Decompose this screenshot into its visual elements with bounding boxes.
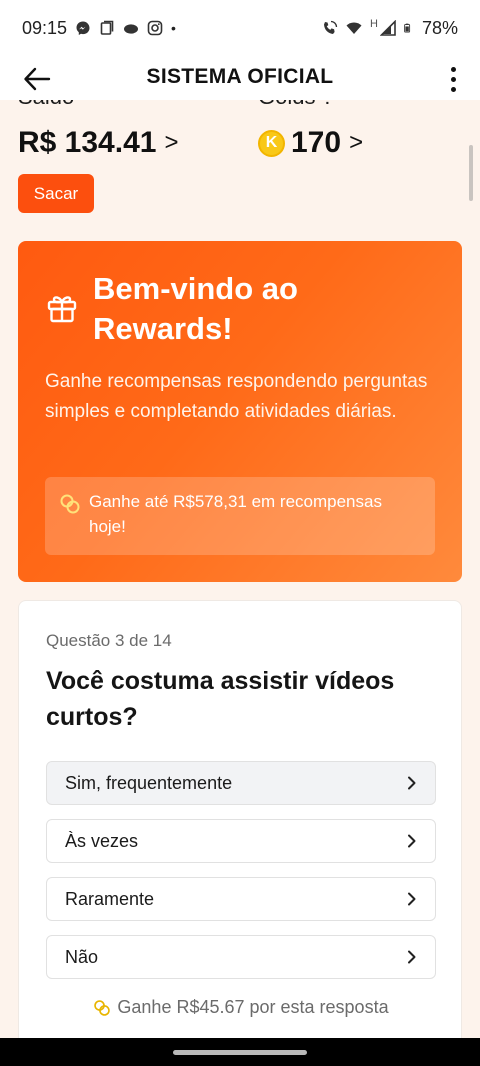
balance-arrow: > <box>164 129 179 156</box>
more-vert-icon-dot <box>450 86 456 92</box>
answer-option-label: Às vezes <box>65 830 139 851</box>
answer-option-label: Sim, frequentemente <box>65 772 233 793</box>
chevron-right-icon <box>408 950 416 964</box>
scroll-content[interactable]: Saldo Golds ? R$ 134.41 > K 170 > Sacar … <box>0 100 480 1038</box>
more-options-button[interactable] <box>436 60 470 98</box>
promo-text: Ganhe até R$578,31 em recompensas hoje! <box>89 492 382 536</box>
question-counter: Questão 3 de 14 <box>46 631 172 650</box>
gold-coin-icon: K <box>258 129 285 157</box>
more-vert-icon <box>450 66 456 72</box>
question-card: Questão 3 de 14 Você costuma assistir ví… <box>18 600 462 1038</box>
answer-option-label: Não <box>65 946 99 967</box>
question-title: Você costuma assistir vídeos curtos? <box>46 667 395 731</box>
messenger-icon <box>76 21 90 35</box>
status-dot: • <box>171 20 176 36</box>
gift-icon <box>47 296 77 323</box>
wifi-call-icon <box>324 20 338 34</box>
chevron-right-icon <box>408 776 416 790</box>
battery-percent: 78% <box>421 17 458 38</box>
welcome-title: Bem-vindo ao Rewards! <box>93 271 298 346</box>
promo-banner: Ganhe até R$578,31 em recompensas hoje! <box>45 477 435 555</box>
answer-reward: Ganhe R$45.67 por esta resposta <box>19 997 463 1018</box>
answer-reward-text: Ganhe R$45.67 por esta resposta <box>117 997 389 1017</box>
more-vert-icon-dot <box>450 76 456 82</box>
coins-icon <box>60 494 80 514</box>
cloud-icon <box>124 24 139 34</box>
network-type-label: H <box>370 18 378 30</box>
answer-option[interactable]: Às vezes <box>46 819 436 863</box>
welcome-card: Bem-vindo ao Rewards! Ganhe recompensas … <box>18 241 462 582</box>
golds-label: Golds ? <box>258 100 334 110</box>
app-bar: SISTEMA OFICIAL <box>0 56 480 100</box>
answer-option-label: Raramente <box>65 888 155 909</box>
answer-option[interactable]: Não <box>46 935 436 979</box>
instagram-icon <box>147 20 163 36</box>
answer-option[interactable]: Raramente <box>46 877 436 921</box>
welcome-description: Ganhe recompensas respondendo perguntas … <box>45 371 428 422</box>
status-time: 09:15 <box>22 17 68 38</box>
balance-label: Saldo <box>18 100 74 110</box>
system-navigation-bar <box>0 1038 480 1066</box>
screenshot-icon <box>100 20 114 35</box>
battery-icon <box>404 23 411 33</box>
status-bar: 09:15 • H 78% <box>0 0 480 56</box>
withdraw-button[interactable]: Sacar <box>18 174 94 213</box>
golds-link[interactable]: K 170 > <box>258 126 363 160</box>
golds-arrow: > <box>349 129 364 156</box>
signal-icon <box>379 20 396 36</box>
coins-icon <box>94 999 111 1016</box>
chevron-right-icon <box>408 892 416 906</box>
balance-value: R$ 134.41 <box>18 126 157 159</box>
chevron-right-icon <box>408 834 416 848</box>
wifi-icon <box>346 22 362 34</box>
golds-value: 170 <box>291 126 342 159</box>
scrollbar-thumb[interactable] <box>469 145 473 201</box>
balance-link[interactable]: R$ 134.41 > <box>18 126 178 160</box>
page-title: SISTEMA OFICIAL <box>146 65 334 88</box>
answer-option[interactable]: Sim, frequentemente <box>46 761 436 805</box>
home-gesture-handle[interactable] <box>173 1050 307 1055</box>
